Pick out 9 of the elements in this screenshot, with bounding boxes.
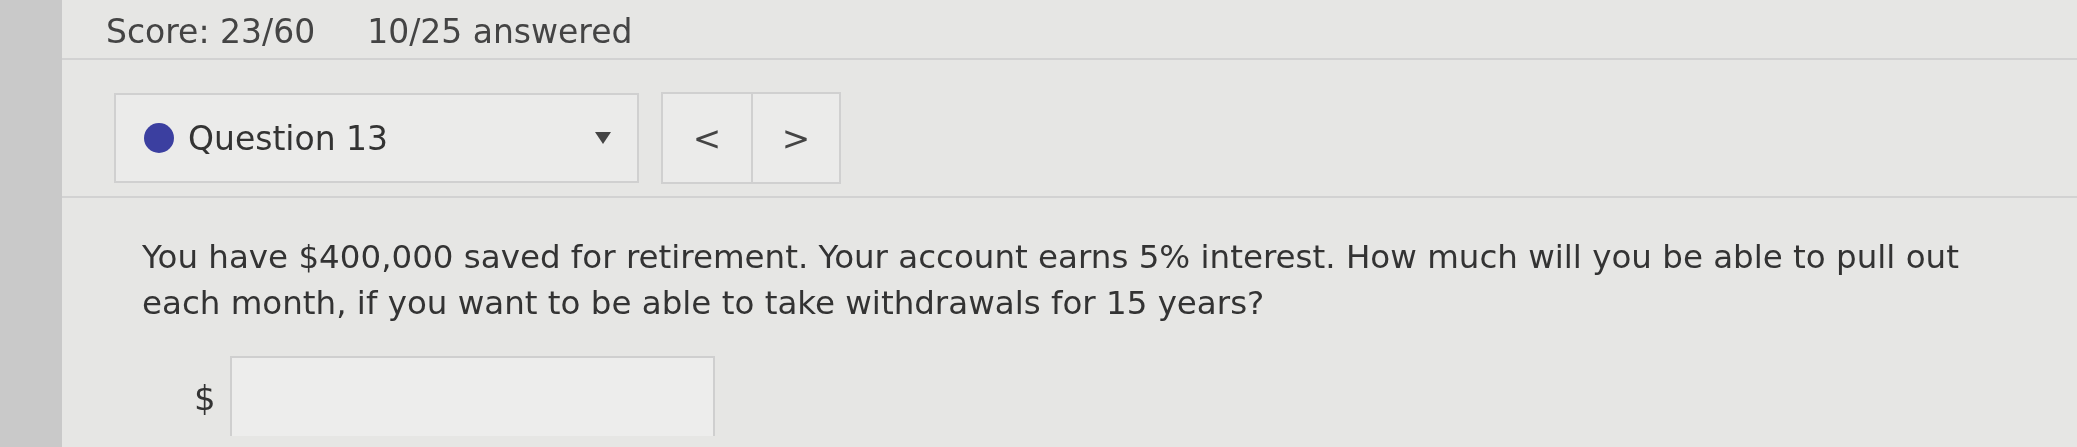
answered-count: 10/25 answered [367, 11, 633, 51]
previous-button[interactable]: < [663, 94, 751, 182]
currency-symbol: $ [194, 377, 216, 418]
answer-field[interactable] [229, 356, 715, 436]
question-text: You have $400,000 saved for retirement. Your account earns 5% interest. How much will you be able to pull out each month, if you want to be able to take withdrawals for 15 years? [141, 237, 1960, 324]
caret-icon [595, 132, 611, 144]
score-text: Score: 23/60 [106, 11, 316, 51]
question-dropdown[interactable]: Question 13 [114, 93, 639, 183]
next-button[interactable]: > [751, 94, 839, 182]
